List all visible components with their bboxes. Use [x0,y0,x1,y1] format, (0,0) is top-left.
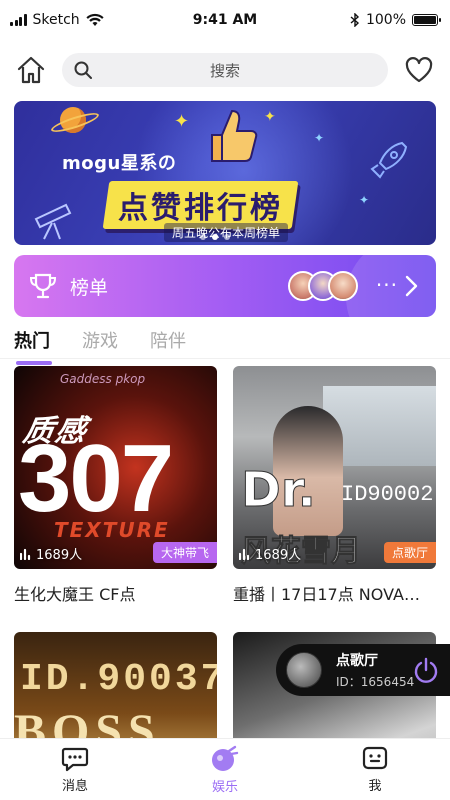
ranking-avatars [288,271,358,301]
nav-label: 娱乐 [211,779,238,795]
room-tag: 点歌厅 [383,542,436,563]
bluetooth-icon [350,13,359,27]
nav-item-entertainment[interactable]: 娱乐 [150,739,300,800]
room-tag: 大神带飞 [152,542,217,563]
entertainment-icon [212,745,239,771]
ranking-label: 榜单 [70,276,109,299]
ranking-more-dots: ··· [375,273,398,297]
avatar [328,271,358,301]
tab-divider [0,358,450,359]
room-title: 重播丨17日17点 NOVA… [233,585,420,604]
star-icon: ✦ [174,111,190,132]
cover-text: Dr. [241,462,317,519]
wifi-icon [86,13,104,26]
pagination-dot-active [212,234,218,240]
banner-title: 点赞排行榜 [118,191,283,226]
viewer-count: 1689人 [20,544,82,563]
rocket-icon [370,141,408,179]
star-icon: ✦ [264,109,276,125]
home-icon [17,56,45,84]
mini-player-room-id: ID：1656454 [336,675,415,689]
heart-icon [405,57,433,83]
top-header: 搜索 [0,48,450,92]
cover-text: Gaddess pkop [60,372,146,386]
bottom-nav: 消息 娱乐 我 [0,738,450,800]
status-left: Sketch [10,12,104,28]
promo-banner[interactable]: ✦ ✦ ✦ ✦ mogu星系の 点赞排行榜 周五晚公布本周榜单 [14,101,436,245]
cover-text: ID.90037 [20,658,217,701]
battery-percent: 100% [365,12,406,28]
nav-item-messages[interactable]: 消息 [0,739,150,800]
planet-icon [60,107,86,133]
category-tabs: 热门 游戏 陪伴 [14,320,186,365]
cover-text: TEXTURE [54,518,170,542]
viewer-count-text: 1689人 [255,548,302,563]
tab-hot[interactable]: 热门 [14,327,52,365]
viewer-count-text: 1689人 [36,548,83,563]
profile-face-icon [362,746,388,769]
telescope-icon [34,203,72,240]
room-title: 生化大魔王 CF点 [14,585,136,604]
banner-title-box: 点赞排行榜 [102,181,299,229]
nav-label: 我 [368,778,382,794]
tab-games[interactable]: 游戏 [82,327,118,353]
ranking-bar[interactable]: 榜单 ··· [14,255,436,317]
favorites-button[interactable] [402,53,436,87]
trophy-icon [29,273,57,299]
search-placeholder: 搜索 [209,61,240,80]
nav-item-me[interactable]: 我 [300,739,450,800]
signal-icon [10,14,27,26]
pagination-dot [224,234,230,240]
viewer-count: 1689人 [239,544,301,563]
room-cover: Dr. ID90002 风花雪月 1689人 点歌厅 [233,366,436,569]
carrier-name: Sketch [32,12,80,28]
banner-pagination [200,234,230,240]
banner-brand: mogu星系の [62,153,177,174]
mini-player-avatar [286,652,322,688]
star-icon: ✦ [314,131,325,145]
status-bar: Sketch 9:41 AM 100% [0,0,450,40]
room-cover: Gaddess pkop 质感 307 TEXTURE 1689人 大神带飞 [14,366,217,569]
thumbs-up-icon [211,109,258,162]
nav-label: 消息 [61,778,88,794]
star-icon: ✦ [359,193,370,207]
room-card[interactable]: Gaddess pkop 质感 307 TEXTURE 1689人 大神带飞 生… [14,366,217,605]
mini-player[interactable]: 点歌厅 ID：1656454 [276,644,450,696]
status-right: 100% [350,12,441,28]
bar-chart-icon [20,548,31,560]
chevron-right-icon [405,275,418,297]
cover-text: ID90002 [341,482,434,507]
pagination-dot [200,234,206,240]
tab-companion[interactable]: 陪伴 [150,327,186,353]
mini-player-name: 点歌厅 [336,653,378,669]
power-icon[interactable] [412,656,440,684]
home-button[interactable] [14,53,48,87]
bar-chart-icon [239,548,250,560]
battery-icon [412,14,441,26]
message-icon [61,747,89,771]
mini-player-info: 点歌厅 ID：1656454 [336,650,414,690]
search-input[interactable]: 搜索 [62,53,388,87]
room-card[interactable]: Dr. ID90002 风花雪月 1689人 点歌厅 重播丨17日17点 NOV… [233,366,436,605]
